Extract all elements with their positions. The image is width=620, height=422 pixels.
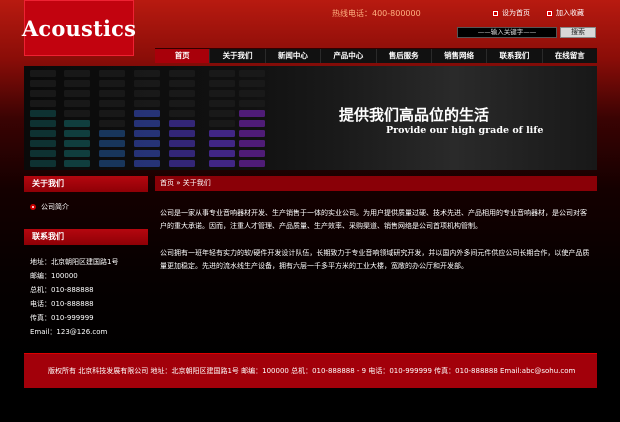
- breadcrumb[interactable]: 首页 » 关于我们: [155, 176, 597, 191]
- add-favorite-link[interactable]: 加入收藏: [546, 8, 584, 18]
- add-favorite-label: 加入收藏: [556, 9, 584, 17]
- sidebar-about-title: 关于我们: [24, 176, 148, 192]
- home-icon: [492, 9, 499, 17]
- site-logo[interactable]: Acoustics: [22, 0, 136, 56]
- sidebar-contact-title: 联系我们: [24, 229, 148, 245]
- header: Acoustics 热线电话：400-800000 设为首页 加入收藏 ——输入…: [0, 0, 620, 56]
- bullet-icon: [30, 204, 36, 210]
- main-nav: 首页 关于我们 新闻中心 产品中心 售后服务 销售网络 联系我们 在线留言: [155, 48, 597, 63]
- contact-phone: 电话：010-888888: [30, 300, 94, 308]
- nav-news[interactable]: 新闻中心: [266, 49, 322, 63]
- equalizer-graphic: [30, 70, 265, 167]
- nav-message[interactable]: 在线留言: [543, 49, 597, 63]
- nav-service[interactable]: 售后服务: [377, 49, 432, 63]
- set-homepage-label: 设为首页: [502, 9, 530, 17]
- contact-email[interactable]: Email：123@126.com: [30, 327, 107, 337]
- sidebar-link-company-intro[interactable]: 公司简介: [30, 202, 69, 212]
- hero-banner: 提供我们高品位的生活 Provide our high grade of lif…: [24, 66, 597, 170]
- nav-home[interactable]: 首页: [155, 49, 211, 63]
- contact-fax: 传真：010-999999: [30, 314, 94, 322]
- footer: 版权所有 北京科技发展有限公司 地址：北京朝阳区建国路1号 邮编：100000 …: [24, 353, 597, 388]
- nav-products[interactable]: 产品中心: [321, 49, 377, 63]
- nav-sales[interactable]: 销售网络: [432, 49, 488, 63]
- banner-title-en: Provide our high grade of life: [386, 125, 544, 136]
- search-button[interactable]: 搜索: [560, 27, 596, 38]
- content-paragraph: 公司是一家从事专业音响器材开发、生产销售于一体的实业公司。为用户提供质量过硬、技…: [160, 209, 587, 230]
- set-homepage-link[interactable]: 设为首页: [492, 8, 530, 18]
- nav-about[interactable]: 关于我们: [210, 49, 266, 63]
- sidebar-link-label: 公司简介: [41, 203, 69, 211]
- contact-address: 地址：北京朝阳区建国路1号: [30, 258, 119, 266]
- contact-postcode: 邮编：100000: [30, 272, 78, 280]
- search-input[interactable]: ——输入关键字——: [457, 27, 557, 38]
- content-paragraph: 公司拥有一班年轻有实力的软/硬件开发设计队伍，长期致力于专业音响领域研究开发，并…: [160, 249, 590, 270]
- banner-title-cn: 提供我们高品位的生活: [339, 106, 490, 124]
- hotline-text: 热线电话：400-800000: [332, 9, 421, 18]
- favorite-icon: [546, 9, 553, 17]
- nav-contact[interactable]: 联系我们: [487, 49, 543, 63]
- contact-main-phone: 总机：010-888888: [30, 286, 94, 294]
